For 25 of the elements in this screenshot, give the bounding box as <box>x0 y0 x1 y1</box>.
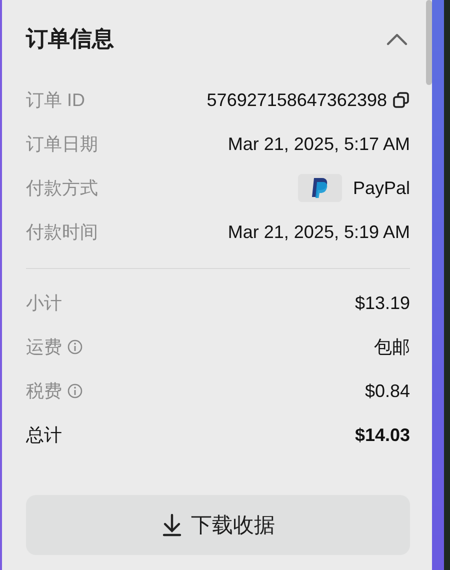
summary-label: 运费 <box>26 336 62 359</box>
copy-icon[interactable] <box>392 91 410 109</box>
chevron-icon[interactable] <box>386 32 408 46</box>
summary-label: 总计 <box>26 424 62 447</box>
field-label: 付款方式 <box>26 177 98 200</box>
field-value: 576927158647362398 <box>206 90 387 110</box>
field-label: 付款时间 <box>26 221 98 244</box>
field-value: PayPal <box>352 178 410 198</box>
info-icon[interactable] <box>67 383 83 399</box>
summary-value: $0.84 <box>364 380 410 402</box>
paypal-logo-icon <box>298 174 342 202</box>
summary-label: 税费 <box>26 380 62 403</box>
info-icon[interactable] <box>67 339 83 355</box>
field-value: Mar 21, 2025, 5:17 AM <box>228 134 410 154</box>
scrollbar-thumb[interactable] <box>426 0 432 85</box>
section-title: 订单信息 <box>26 25 114 53</box>
summary-value: 包邮 <box>374 336 410 359</box>
download-icon <box>161 513 183 537</box>
summary-value: $13.19 <box>354 292 410 314</box>
summary-label: 小计 <box>26 292 62 315</box>
field-label: 订单日期 <box>26 133 98 156</box>
field-label: 订单 ID <box>26 89 86 112</box>
download-receipt-button[interactable]: 下载收据 <box>26 495 410 555</box>
field-value: Mar 21, 2025, 5:19 AM <box>228 222 410 242</box>
summary-value: $14.03 <box>354 424 410 446</box>
